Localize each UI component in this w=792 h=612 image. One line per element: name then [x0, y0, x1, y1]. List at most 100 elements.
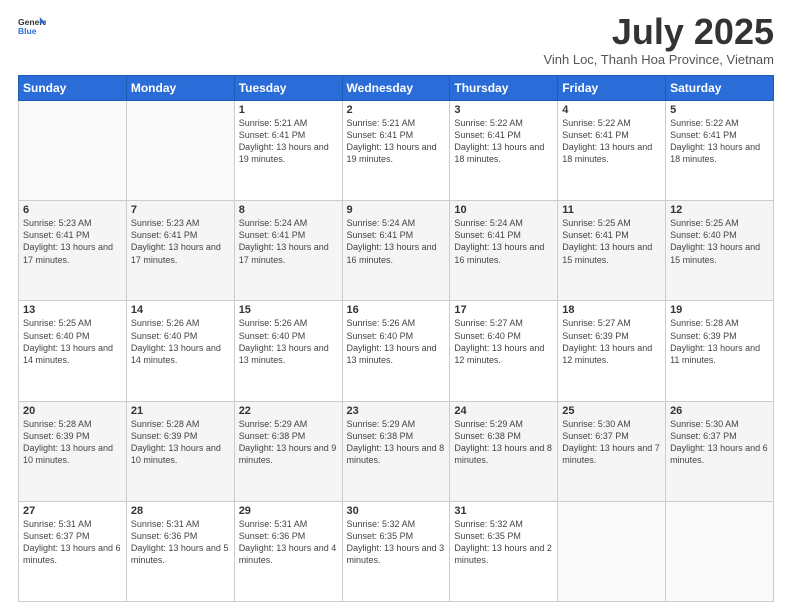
day-number: 8 — [239, 204, 338, 216]
day-info: Sunrise: 5:23 AMSunset: 6:41 PMDaylight:… — [23, 217, 122, 266]
cell-w3-d0: 13Sunrise: 5:25 AMSunset: 6:40 PMDayligh… — [19, 301, 127, 401]
cell-w3-d5: 18Sunrise: 5:27 AMSunset: 6:39 PMDayligh… — [558, 301, 666, 401]
day-info: Sunrise: 5:24 AMSunset: 6:41 PMDaylight:… — [239, 217, 338, 266]
page: General Blue July 2025 Vinh Loc, Thanh H… — [0, 0, 792, 612]
day-info: Sunrise: 5:21 AMSunset: 6:41 PMDaylight:… — [239, 117, 338, 166]
day-info: Sunrise: 5:26 AMSunset: 6:40 PMDaylight:… — [131, 317, 230, 366]
cell-w2-d6: 12Sunrise: 5:25 AMSunset: 6:40 PMDayligh… — [666, 201, 774, 301]
cell-w2-d2: 8Sunrise: 5:24 AMSunset: 6:41 PMDaylight… — [234, 201, 342, 301]
day-number: 26 — [670, 405, 769, 417]
day-info: Sunrise: 5:32 AMSunset: 6:35 PMDaylight:… — [347, 518, 446, 567]
day-info: Sunrise: 5:29 AMSunset: 6:38 PMDaylight:… — [239, 418, 338, 467]
subtitle: Vinh Loc, Thanh Hoa Province, Vietnam — [543, 52, 774, 67]
svg-text:Blue: Blue — [18, 26, 37, 36]
day-info: Sunrise: 5:27 AMSunset: 6:40 PMDaylight:… — [454, 317, 553, 366]
cell-w5-d0: 27Sunrise: 5:31 AMSunset: 6:37 PMDayligh… — [19, 501, 127, 601]
title-block: July 2025 Vinh Loc, Thanh Hoa Province, … — [543, 14, 774, 67]
day-info: Sunrise: 5:29 AMSunset: 6:38 PMDaylight:… — [454, 418, 553, 467]
cell-w3-d6: 19Sunrise: 5:28 AMSunset: 6:39 PMDayligh… — [666, 301, 774, 401]
day-number: 17 — [454, 304, 553, 316]
day-number: 4 — [562, 104, 661, 116]
cell-w2-d5: 11Sunrise: 5:25 AMSunset: 6:41 PMDayligh… — [558, 201, 666, 301]
day-number: 3 — [454, 104, 553, 116]
day-info: Sunrise: 5:28 AMSunset: 6:39 PMDaylight:… — [131, 418, 230, 467]
col-wednesday: Wednesday — [342, 76, 450, 101]
cell-w4-d2: 22Sunrise: 5:29 AMSunset: 6:38 PMDayligh… — [234, 401, 342, 501]
cell-w3-d4: 17Sunrise: 5:27 AMSunset: 6:40 PMDayligh… — [450, 301, 558, 401]
cell-w5-d6 — [666, 501, 774, 601]
day-info: Sunrise: 5:31 AMSunset: 6:37 PMDaylight:… — [23, 518, 122, 567]
cell-w2-d1: 7Sunrise: 5:23 AMSunset: 6:41 PMDaylight… — [126, 201, 234, 301]
week-row-5: 27Sunrise: 5:31 AMSunset: 6:37 PMDayligh… — [19, 501, 774, 601]
day-info: Sunrise: 5:30 AMSunset: 6:37 PMDaylight:… — [670, 418, 769, 467]
cell-w5-d4: 31Sunrise: 5:32 AMSunset: 6:35 PMDayligh… — [450, 501, 558, 601]
day-number: 22 — [239, 405, 338, 417]
day-number: 15 — [239, 304, 338, 316]
day-info: Sunrise: 5:31 AMSunset: 6:36 PMDaylight:… — [131, 518, 230, 567]
col-saturday: Saturday — [666, 76, 774, 101]
cell-w1-d5: 4Sunrise: 5:22 AMSunset: 6:41 PMDaylight… — [558, 101, 666, 201]
day-info: Sunrise: 5:26 AMSunset: 6:40 PMDaylight:… — [347, 317, 446, 366]
cell-w2-d4: 10Sunrise: 5:24 AMSunset: 6:41 PMDayligh… — [450, 201, 558, 301]
cell-w5-d2: 29Sunrise: 5:31 AMSunset: 6:36 PMDayligh… — [234, 501, 342, 601]
day-info: Sunrise: 5:25 AMSunset: 6:40 PMDaylight:… — [23, 317, 122, 366]
day-number: 25 — [562, 405, 661, 417]
day-info: Sunrise: 5:26 AMSunset: 6:40 PMDaylight:… — [239, 317, 338, 366]
cell-w4-d0: 20Sunrise: 5:28 AMSunset: 6:39 PMDayligh… — [19, 401, 127, 501]
cell-w5-d1: 28Sunrise: 5:31 AMSunset: 6:36 PMDayligh… — [126, 501, 234, 601]
day-info: Sunrise: 5:25 AMSunset: 6:40 PMDaylight:… — [670, 217, 769, 266]
col-sunday: Sunday — [19, 76, 127, 101]
day-number: 5 — [670, 104, 769, 116]
day-info: Sunrise: 5:25 AMSunset: 6:41 PMDaylight:… — [562, 217, 661, 266]
day-info: Sunrise: 5:29 AMSunset: 6:38 PMDaylight:… — [347, 418, 446, 467]
day-number: 30 — [347, 505, 446, 517]
day-number: 6 — [23, 204, 122, 216]
cell-w3-d2: 15Sunrise: 5:26 AMSunset: 6:40 PMDayligh… — [234, 301, 342, 401]
day-number: 29 — [239, 505, 338, 517]
day-number: 31 — [454, 505, 553, 517]
day-info: Sunrise: 5:28 AMSunset: 6:39 PMDaylight:… — [670, 317, 769, 366]
day-info: Sunrise: 5:21 AMSunset: 6:41 PMDaylight:… — [347, 117, 446, 166]
cell-w4-d3: 23Sunrise: 5:29 AMSunset: 6:38 PMDayligh… — [342, 401, 450, 501]
day-number: 18 — [562, 304, 661, 316]
day-number: 27 — [23, 505, 122, 517]
cell-w4-d4: 24Sunrise: 5:29 AMSunset: 6:38 PMDayligh… — [450, 401, 558, 501]
week-row-3: 13Sunrise: 5:25 AMSunset: 6:40 PMDayligh… — [19, 301, 774, 401]
day-info: Sunrise: 5:27 AMSunset: 6:39 PMDaylight:… — [562, 317, 661, 366]
logo: General Blue — [18, 14, 46, 42]
day-info: Sunrise: 5:22 AMSunset: 6:41 PMDaylight:… — [454, 117, 553, 166]
day-info: Sunrise: 5:24 AMSunset: 6:41 PMDaylight:… — [454, 217, 553, 266]
cell-w3-d3: 16Sunrise: 5:26 AMSunset: 6:40 PMDayligh… — [342, 301, 450, 401]
cell-w1-d4: 3Sunrise: 5:22 AMSunset: 6:41 PMDaylight… — [450, 101, 558, 201]
week-row-2: 6Sunrise: 5:23 AMSunset: 6:41 PMDaylight… — [19, 201, 774, 301]
cell-w4-d1: 21Sunrise: 5:28 AMSunset: 6:39 PMDayligh… — [126, 401, 234, 501]
day-info: Sunrise: 5:30 AMSunset: 6:37 PMDaylight:… — [562, 418, 661, 467]
day-number: 14 — [131, 304, 230, 316]
cell-w1-d2: 1Sunrise: 5:21 AMSunset: 6:41 PMDaylight… — [234, 101, 342, 201]
col-tuesday: Tuesday — [234, 76, 342, 101]
cell-w1-d6: 5Sunrise: 5:22 AMSunset: 6:41 PMDaylight… — [666, 101, 774, 201]
cell-w5-d3: 30Sunrise: 5:32 AMSunset: 6:35 PMDayligh… — [342, 501, 450, 601]
col-thursday: Thursday — [450, 76, 558, 101]
logo-icon: General Blue — [18, 14, 46, 42]
day-info: Sunrise: 5:22 AMSunset: 6:41 PMDaylight:… — [562, 117, 661, 166]
cell-w1-d1 — [126, 101, 234, 201]
day-info: Sunrise: 5:32 AMSunset: 6:35 PMDaylight:… — [454, 518, 553, 567]
day-number: 23 — [347, 405, 446, 417]
day-number: 19 — [670, 304, 769, 316]
calendar-header-row: Sunday Monday Tuesday Wednesday Thursday… — [19, 76, 774, 101]
day-info: Sunrise: 5:31 AMSunset: 6:36 PMDaylight:… — [239, 518, 338, 567]
cell-w1-d3: 2Sunrise: 5:21 AMSunset: 6:41 PMDaylight… — [342, 101, 450, 201]
cell-w4-d5: 25Sunrise: 5:30 AMSunset: 6:37 PMDayligh… — [558, 401, 666, 501]
day-number: 12 — [670, 204, 769, 216]
day-number: 7 — [131, 204, 230, 216]
cell-w2-d3: 9Sunrise: 5:24 AMSunset: 6:41 PMDaylight… — [342, 201, 450, 301]
day-number: 24 — [454, 405, 553, 417]
col-monday: Monday — [126, 76, 234, 101]
day-number: 13 — [23, 304, 122, 316]
cell-w3-d1: 14Sunrise: 5:26 AMSunset: 6:40 PMDayligh… — [126, 301, 234, 401]
day-number: 1 — [239, 104, 338, 116]
day-info: Sunrise: 5:28 AMSunset: 6:39 PMDaylight:… — [23, 418, 122, 467]
day-number: 10 — [454, 204, 553, 216]
day-number: 9 — [347, 204, 446, 216]
